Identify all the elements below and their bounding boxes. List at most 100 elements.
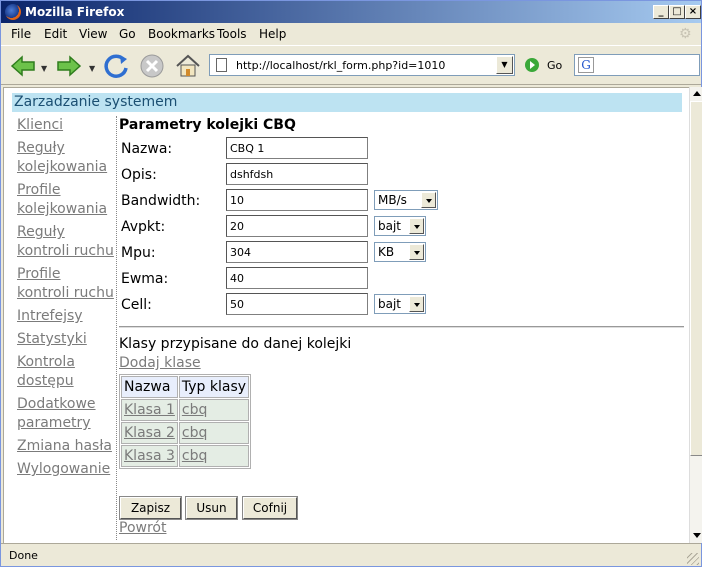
resize-grip-icon[interactable] <box>687 553 699 565</box>
classes-title: Klasy przypisane do danej kolejki <box>119 336 352 352</box>
table-header-row: Nazwa Typ klasy <box>121 376 250 398</box>
table-row: Klasa 2 cbq <box>121 422 250 444</box>
back-dropdown-icon[interactable]: ▼ <box>41 64 47 73</box>
sidebar-item-kontrola-dostepu[interactable]: Kontrola dostępu <box>17 353 117 391</box>
opis-label: Opis: <box>121 167 157 183</box>
sidebar-item-dodatkowe-parametry[interactable]: Dodatkowe parametry <box>17 395 117 433</box>
section-divider <box>119 326 684 328</box>
navigation-toolbar: ▼ ▼ http://localhost/rkl_form.php?id=101… <box>1 45 701 85</box>
vertical-scrollbar[interactable] <box>689 87 702 543</box>
menu-help[interactable]: Help <box>259 27 286 41</box>
home-icon[interactable] <box>174 52 202 80</box>
sidebar-nav: Klienci Reguły kolejkowania Profile kole… <box>17 116 117 483</box>
scroll-down-icon[interactable] <box>690 529 702 542</box>
bandwidth-input[interactable]: 10 <box>226 189 368 211</box>
throbber-icon: ⚙ <box>679 26 692 42</box>
go-button[interactable]: Go <box>525 57 569 75</box>
google-search-icon[interactable]: G <box>578 57 594 73</box>
chevron-down-icon <box>409 296 424 312</box>
search-input[interactable]: G <box>574 54 700 76</box>
browser-window: Mozilla Firefox _ □ × File Edit View Go … <box>0 0 702 567</box>
cell-label: Cell: <box>121 297 152 313</box>
reload-icon[interactable] <box>102 52 130 80</box>
forward-dropdown-icon[interactable]: ▼ <box>89 64 95 73</box>
page-content: Zarzadzanie systemem Klienci Reguły kole… <box>3 87 689 543</box>
scroll-up-icon[interactable] <box>690 87 702 100</box>
field-row-mpu: Mpu: 304 KB <box>119 241 679 265</box>
menu-file[interactable]: File <box>11 27 31 41</box>
window-title: Mozilla Firefox <box>25 5 125 19</box>
nazwa-input[interactable]: CBQ 1 <box>226 137 368 159</box>
table-cell: cbq <box>178 422 250 444</box>
field-row-avpkt: Avpkt: 20 bajt <box>119 215 679 239</box>
avpkt-label: Avpkt: <box>121 219 166 235</box>
form-title: Parametry kolejki CBQ <box>119 117 296 133</box>
bandwidth-unit-value: MB/s <box>378 193 407 207</box>
maximize-button[interactable]: □ <box>669 5 685 19</box>
title-bar: Mozilla Firefox _ □ × <box>1 1 701 23</box>
chevron-down-icon <box>409 244 424 260</box>
mpu-unit-value: KB <box>378 245 395 259</box>
field-row-bandwidth: Bandwidth: 10 MB/s <box>119 189 679 213</box>
column-header-typ-klasy: Typ klasy <box>178 376 250 398</box>
table-row: Klasa 1 cbq <box>121 399 250 421</box>
url-dropdown-icon[interactable]: ▼ <box>496 56 513 74</box>
class-type-link[interactable]: cbq <box>182 402 207 418</box>
ewma-input[interactable]: 40 <box>226 267 368 289</box>
page-header: Zarzadzanie systemem <box>12 93 682 112</box>
field-row-nazwa: Nazwa: CBQ 1 <box>119 137 679 161</box>
class-name-link[interactable]: Klasa 1 <box>124 402 175 418</box>
avpkt-input[interactable]: 20 <box>226 215 368 237</box>
cell-unit-select[interactable]: bajt <box>374 294 426 314</box>
minimize-button[interactable]: _ <box>653 5 669 19</box>
forward-icon[interactable] <box>55 52 83 80</box>
menu-bookmarks[interactable]: Bookmarks <box>148 27 215 41</box>
chevron-down-icon <box>421 192 436 208</box>
table-cell: cbq <box>178 445 250 467</box>
mpu-input[interactable]: 304 <box>226 241 368 263</box>
column-header-nazwa: Nazwa <box>121 376 178 398</box>
menu-go[interactable]: Go <box>119 27 136 41</box>
undo-button[interactable]: Cofnij <box>242 496 298 520</box>
class-name-link[interactable]: Klasa 3 <box>124 448 175 464</box>
sidebar-item-profile-kolejkowania[interactable]: Profile kolejkowania <box>17 181 117 219</box>
sidebar-item-reguly-kontroli-ruchu[interactable]: Reguły kontroli ruchu <box>17 223 117 261</box>
scrollbar-thumb[interactable] <box>690 101 702 456</box>
mpu-unit-select[interactable]: KB <box>374 242 426 262</box>
sidebar-divider <box>116 116 117 540</box>
table-cell: Klasa 3 <box>121 445 178 467</box>
url-bar[interactable]: http://localhost/rkl_form.php?id=1010 ▼ <box>209 54 515 76</box>
menu-view[interactable]: View <box>79 27 107 41</box>
table-cell: Klasa 1 <box>121 399 178 421</box>
bandwidth-unit-select[interactable]: MB/s <box>374 190 438 210</box>
cell-input[interactable]: 50 <box>226 293 368 315</box>
cell-unit-value: bajt <box>378 297 402 311</box>
sidebar-item-klienci[interactable]: Klienci <box>17 116 117 135</box>
go-label: Go <box>547 59 563 72</box>
menu-tools[interactable]: Tools <box>217 27 247 41</box>
opis-input[interactable]: dshfdsh <box>226 163 368 185</box>
url-text[interactable]: http://localhost/rkl_form.php?id=1010 <box>236 59 445 72</box>
avpkt-unit-value: bajt <box>378 219 402 233</box>
class-type-link[interactable]: cbq <box>182 425 207 441</box>
sidebar-item-profile-kontroli-ruchu[interactable]: Profile kontroli ruchu <box>17 265 117 303</box>
back-link[interactable]: Powrót <box>119 520 166 536</box>
mpu-label: Mpu: <box>121 245 156 261</box>
sidebar-item-intrefejsy[interactable]: Intrefejsy <box>17 307 117 326</box>
add-class-link[interactable]: Dodaj klase <box>119 355 201 371</box>
sidebar-item-wylogowanie[interactable]: Wylogowanie <box>17 460 117 479</box>
delete-button[interactable]: Usun <box>185 496 238 520</box>
firefox-icon <box>5 4 21 20</box>
back-icon[interactable] <box>9 52 37 80</box>
class-type-link[interactable]: cbq <box>182 448 207 464</box>
menu-edit[interactable]: Edit <box>44 27 67 41</box>
sidebar-item-zmiana-hasla[interactable]: Zmiana hasła <box>17 437 117 456</box>
close-button[interactable]: × <box>685 5 701 19</box>
avpkt-unit-select[interactable]: bajt <box>374 216 426 236</box>
stop-icon[interactable] <box>138 52 166 80</box>
class-name-link[interactable]: Klasa 2 <box>124 425 175 441</box>
bandwidth-label: Bandwidth: <box>121 193 201 209</box>
sidebar-item-reguly-kolejkowania[interactable]: Reguły kolejkowania <box>17 139 117 177</box>
save-button[interactable]: Zapisz <box>119 496 182 520</box>
sidebar-item-statystyki[interactable]: Statystyki <box>17 330 117 349</box>
